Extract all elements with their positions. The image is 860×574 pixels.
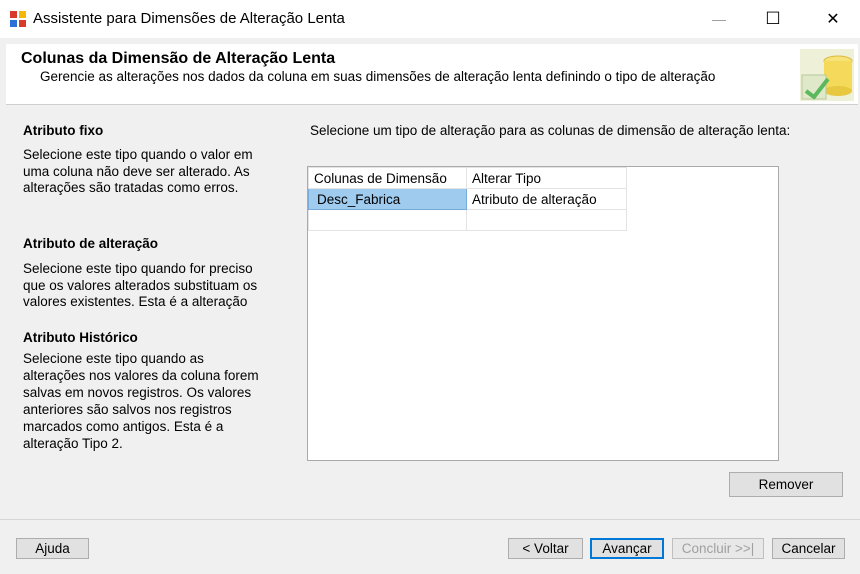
back-button[interactable]: < Voltar (508, 538, 583, 559)
changing-attribute-title: Atributo de alteração (23, 236, 159, 251)
column-header-change-type[interactable]: Alterar Tipo (466, 167, 627, 189)
page-subtitle: Gerencie as alterações nos dados da colu… (40, 69, 716, 84)
minimize-button[interactable]: — (696, 0, 742, 38)
columns-table: Colunas de Dimensão Alterar Tipo Desc_Fa… (308, 167, 627, 231)
window-title: Assistente para Dimensões de Alteração L… (33, 10, 345, 27)
minimize-icon: — (712, 11, 726, 27)
table-header-row: Colunas de Dimensão Alterar Tipo (308, 167, 627, 189)
fixed-attribute-description: Selecione este tipo quando o valor em um… (23, 147, 253, 195)
footer-divider (0, 519, 860, 520)
title-bar: Assistente para Dimensões de Alteração L… (0, 0, 860, 38)
change-type-cell[interactable]: Atributo de alteração (466, 188, 627, 210)
close-button[interactable]: ✕ (810, 0, 856, 38)
historical-attribute-description: Selecione este tipo quando as alterações… (23, 351, 259, 451)
close-icon: ✕ (826, 11, 840, 28)
page-title: Colunas da Dimensão de Alteração Lenta (21, 50, 336, 67)
maximize-button[interactable]: ☐ (750, 0, 796, 38)
grid-instruction: Selecione um tipo de alteração para as c… (310, 123, 791, 138)
cancel-button[interactable]: Cancelar (772, 538, 845, 559)
wizard-header: Colunas da Dimensão de Alteração Lenta G… (6, 44, 858, 105)
remove-button[interactable]: Remover (729, 472, 843, 497)
columns-grid[interactable]: Colunas de Dimensão Alterar Tipo Desc_Fa… (307, 166, 779, 461)
dimension-column-cell-empty[interactable] (308, 209, 467, 231)
historical-attribute-title: Atributo Histórico (23, 330, 138, 345)
finish-button[interactable]: Concluir >>| (672, 538, 764, 559)
table-row-new[interactable] (308, 209, 627, 231)
wizard-banner-icon (800, 49, 854, 101)
dimension-column-cell[interactable]: Desc_Fabrica (308, 188, 467, 210)
change-type-cell-empty[interactable] (466, 209, 627, 231)
maximize-icon: ☐ (765, 9, 781, 28)
next-button[interactable]: Avançar (590, 538, 664, 559)
table-row[interactable]: Desc_Fabrica Atributo de alteração (308, 188, 627, 210)
column-header-dimension[interactable]: Colunas de Dimensão (308, 167, 467, 189)
fixed-attribute-title: Atributo fixo (23, 123, 104, 138)
app-icon (10, 11, 26, 27)
changing-attribute-description: Selecione este tipo quando for preciso q… (23, 261, 258, 309)
help-button[interactable]: Ajuda (16, 538, 89, 559)
